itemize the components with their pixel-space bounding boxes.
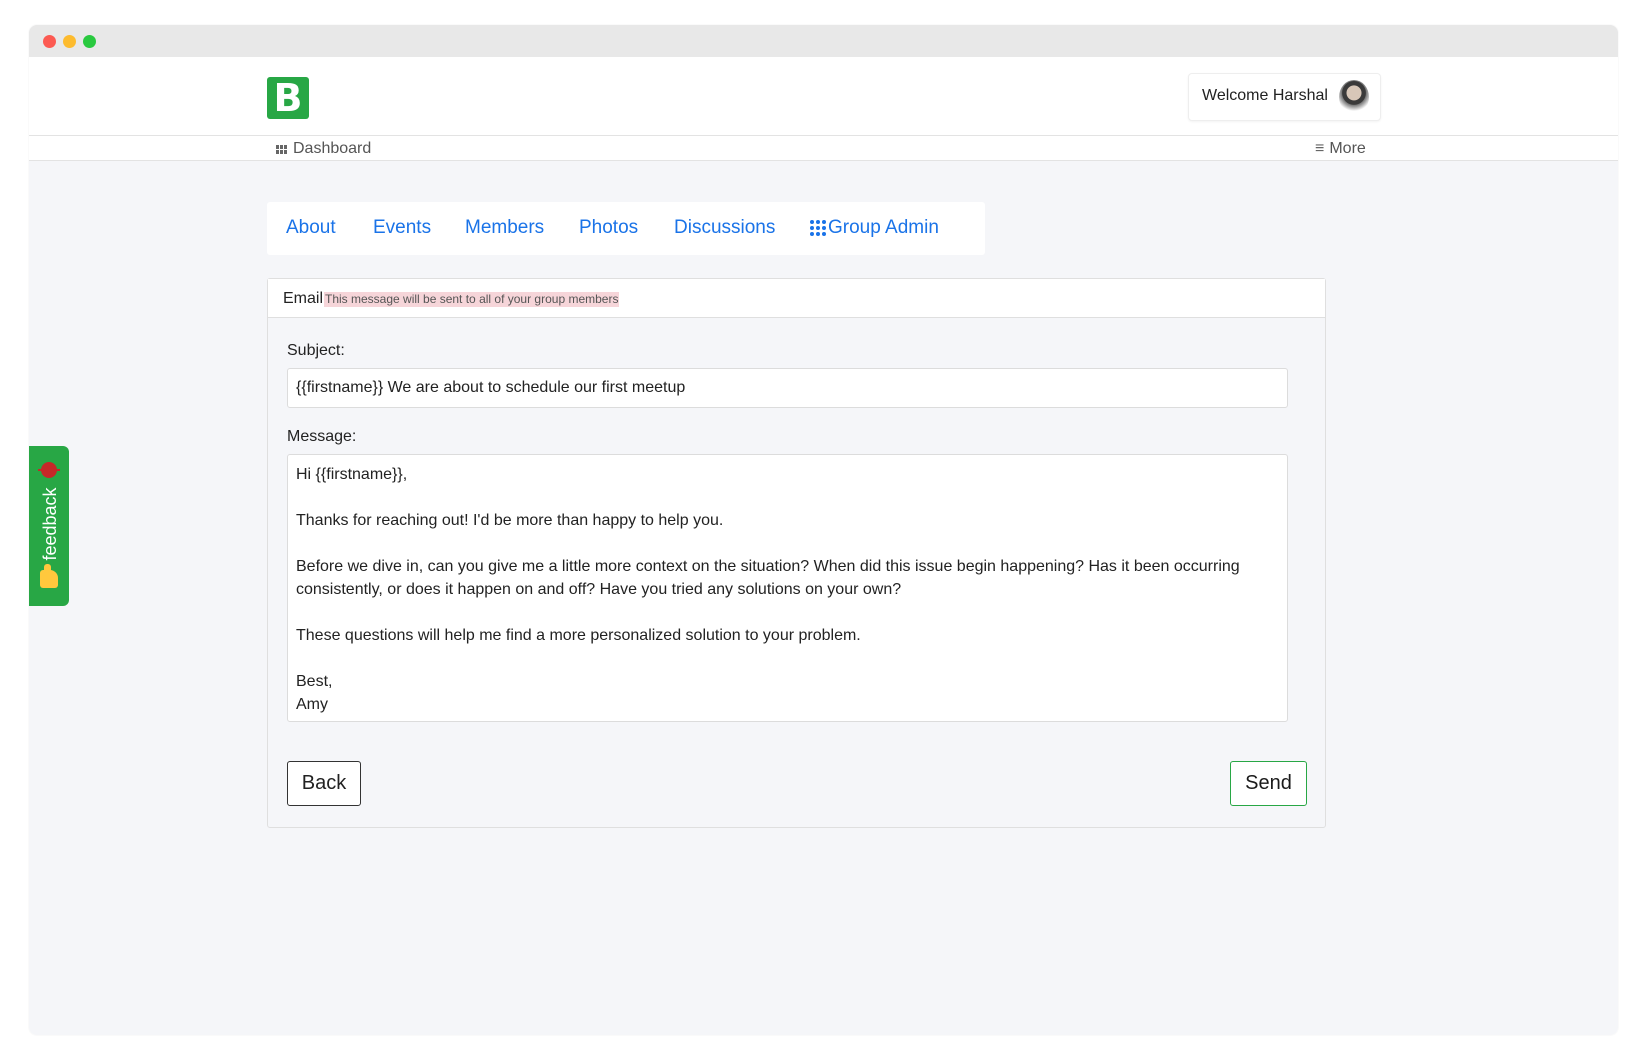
nav-more-menu[interactable]: ≡ More <box>1315 140 1366 158</box>
nav-dashboard-label: Dashboard <box>293 140 372 157</box>
nav-more-label: More <box>1329 140 1366 157</box>
back-button[interactable]: Back <box>287 761 361 806</box>
feedback-tab[interactable]: feedback <box>29 446 69 606</box>
tab-about[interactable]: About <box>286 217 336 239</box>
message-label: Message: <box>287 428 357 445</box>
welcome-text: Welcome Harshal <box>1202 87 1328 104</box>
tab-group-admin-label: Group Admin <box>828 217 939 238</box>
close-window-dot[interactable] <box>43 35 56 48</box>
dashboard-grid-icon <box>276 144 287 154</box>
maximize-window-dot[interactable] <box>83 35 96 48</box>
apps-grid-icon <box>810 220 826 236</box>
tab-events[interactable]: Events <box>373 217 431 239</box>
tab-members[interactable]: Members <box>465 217 544 239</box>
nav-dashboard-link[interactable]: Dashboard <box>276 140 371 158</box>
thumbs-up-icon <box>40 564 58 588</box>
user-menu[interactable]: Welcome Harshal <box>1188 73 1381 121</box>
subject-label: Subject: <box>287 342 345 359</box>
avatar <box>1339 80 1369 114</box>
send-button[interactable]: Send <box>1230 761 1307 806</box>
message-textarea[interactable]: Hi {{firstname}}, Thanks for reaching ou… <box>287 454 1288 722</box>
subject-input[interactable] <box>287 368 1288 408</box>
header-divider <box>29 135 1618 136</box>
hamburger-menu-icon: ≡ <box>1315 140 1325 157</box>
minimize-window-dot[interactable] <box>63 35 76 48</box>
site-logo[interactable]: B <box>267 77 309 119</box>
email-title: Email <box>283 290 324 307</box>
feedback-label: feedback <box>40 487 60 561</box>
site-header: B Welcome Harshal Dashboard ≡ More <box>29 57 1618 161</box>
window-titlebar <box>29 25 1618 57</box>
tab-discussions[interactable]: Discussions <box>674 217 775 239</box>
group-tabs: About Events Members Photos Discussions … <box>267 202 985 255</box>
browser-window: B Welcome Harshal Dashboard ≡ More About… <box>29 25 1618 1035</box>
email-card-header: Email This message will be sent to all o… <box>268 279 1325 318</box>
email-notice: This message will be sent to all of your… <box>324 292 620 307</box>
tab-group-admin[interactable]: Group Admin <box>810 217 939 239</box>
tab-photos[interactable]: Photos <box>579 217 638 239</box>
header-bottom-border <box>29 160 1618 161</box>
email-card: Email This message will be sent to all o… <box>267 278 1326 828</box>
